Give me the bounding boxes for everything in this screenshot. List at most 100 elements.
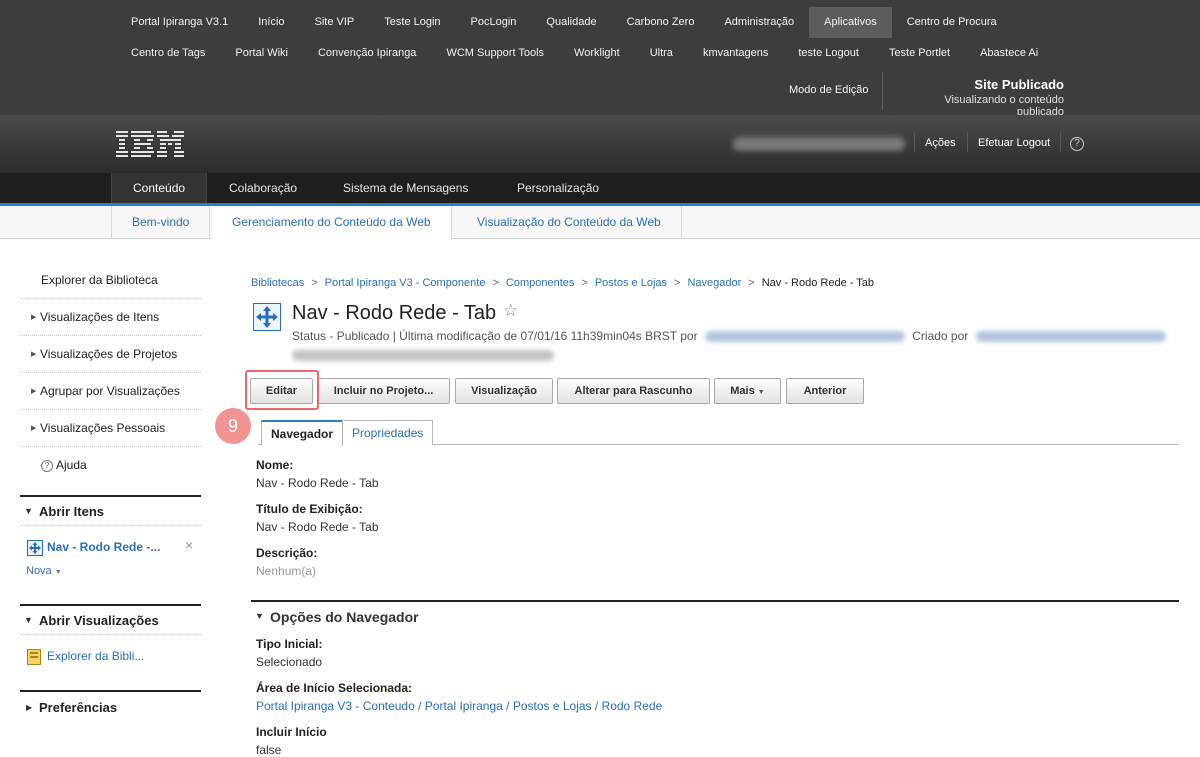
top-nav-row-1: Portal Ipiranga V3.1 Início Site VIP Tes… xyxy=(116,7,1012,38)
top-nav-link[interactable]: Abastece Ai xyxy=(965,38,1053,69)
open-item-link[interactable]: Nav - Rodo Rede -... xyxy=(47,540,160,554)
logout-link[interactable]: Efetuar Logout xyxy=(978,137,1050,149)
start-type-value: Selecionado xyxy=(256,655,323,669)
close-icon[interactable]: × xyxy=(185,537,193,553)
previous-button[interactable]: Anterior xyxy=(786,378,864,404)
top-nav-link-active[interactable]: Aplicativos xyxy=(809,7,892,38)
divider xyxy=(882,72,883,110)
top-nav-link[interactable]: teste Logout xyxy=(783,38,874,69)
page-title: Nav - Rodo Rede - Tab xyxy=(292,302,497,324)
actions-menu[interactable]: Ações xyxy=(925,137,956,149)
main-nav-colaboracao[interactable]: Colaboração xyxy=(208,173,318,203)
breadcrumb: Bibliotecas > Portal Ipiranga V3 - Compone… xyxy=(251,277,874,289)
main-nav-personalizacao[interactable]: Personalização xyxy=(496,173,620,203)
help-icon[interactable]: ? xyxy=(1070,137,1084,151)
user-name-blurred[interactable] xyxy=(733,137,905,151)
help-icon: ? xyxy=(41,459,53,472)
top-nav-link[interactable]: WCM Support Tools xyxy=(431,38,559,69)
triangle-down-icon: ▼ xyxy=(24,506,33,516)
chevron-right-icon: ▶ xyxy=(31,314,37,321)
top-nav-link[interactable]: Qualidade xyxy=(531,7,611,38)
breadcrumb-link[interactable]: Navegador xyxy=(687,277,741,289)
modified-by-blurred[interactable] xyxy=(704,331,905,343)
tab-propriedades[interactable]: Propriedades xyxy=(342,420,434,445)
description-value: Nenhum(a) xyxy=(256,564,317,578)
chevron-right-icon: ▶ xyxy=(31,388,37,395)
breadcrumb-link[interactable]: Postos e Lojas xyxy=(595,277,667,289)
main-nav-mensagens[interactable]: Sistema de Mensagens xyxy=(322,173,489,203)
breadcrumb-separator: > xyxy=(492,277,499,289)
sidebar-item-agrupar[interactable]: ▶ Agrupar por Visualizações xyxy=(20,373,201,410)
open-items-title: Abrir Itens xyxy=(39,504,105,519)
breadcrumb-link[interactable]: Portal Ipiranga V3 - Componente xyxy=(325,277,486,289)
name-label: Nome: xyxy=(256,458,294,472)
include-start-value: false xyxy=(256,743,282,757)
preferences-header[interactable]: ▶ Preferências xyxy=(20,693,201,723)
display-title-value: Nav - Rodo Rede - Tab xyxy=(256,520,379,534)
add-to-project-button[interactable]: Incluir no Projeto... xyxy=(317,378,450,404)
change-to-draft-button[interactable]: Alterar para Rascunho xyxy=(557,378,710,404)
top-nav-link[interactable]: Ultra xyxy=(635,38,688,69)
edit-mode-link[interactable]: Modo de Edição xyxy=(789,84,869,96)
more-label: Mais xyxy=(730,385,755,397)
top-nav-link[interactable]: Portal Ipiranga V3.1 xyxy=(116,7,243,38)
navigator-item-icon xyxy=(27,540,43,556)
new-label: Nova xyxy=(26,565,52,577)
new-dropdown[interactable]: Nova ▼ xyxy=(26,565,62,577)
preferences-title: Preferências xyxy=(39,700,118,715)
tab-bem-vindo[interactable]: Bem-vindo xyxy=(111,206,211,239)
open-views-header[interactable]: ▼ Abrir Visualizações xyxy=(20,604,201,634)
tab-visualizacao-conteudo[interactable]: Visualização do Conteúdo da Web xyxy=(457,206,682,239)
main-nav-conteudo[interactable]: Conteúdo xyxy=(111,173,208,203)
top-nav-link[interactable]: Teste Portlet xyxy=(874,38,965,69)
top-nav-link[interactable]: Convenção Ipiranga xyxy=(303,38,431,69)
sidebar-item-pessoais[interactable]: ▶ Visualizações Pessoais xyxy=(20,410,201,447)
navigator-type-icon xyxy=(253,303,281,331)
tab-gerenciamento[interactable]: Gerenciamento do Conteúdo da Web xyxy=(212,206,452,240)
star-icon[interactable]: ☆ xyxy=(503,301,518,321)
site-status-title: Site Publicado xyxy=(974,77,1064,92)
top-nav-link[interactable]: Site VIP xyxy=(300,7,370,38)
sidebar-help[interactable]: ? Ajuda xyxy=(20,447,201,484)
open-views-title: Abrir Visualizações xyxy=(39,613,159,628)
top-nav-link[interactable]: Portal Wiki xyxy=(220,38,303,69)
more-button[interactable]: Mais ▼ xyxy=(714,378,781,404)
top-nav-link[interactable]: Carbono Zero xyxy=(612,7,710,38)
chevron-right-icon: ▶ xyxy=(31,351,37,358)
step-badge: 9 xyxy=(215,408,251,444)
item-status-continued xyxy=(292,347,554,365)
breadcrumb-separator: > xyxy=(674,277,681,289)
top-nav-link[interactable]: Início xyxy=(243,7,299,38)
top-nav-link[interactable]: Centro de Tags xyxy=(116,38,220,69)
name-value: Nav - Rodo Rede - Tab xyxy=(256,476,379,490)
sidebar-item-itens[interactable]: ▶ Visualizações de Itens xyxy=(20,299,201,336)
top-nav-link[interactable]: Centro de Procura xyxy=(892,7,1012,38)
top-nav-link[interactable]: Administração xyxy=(709,7,809,38)
top-nav-link[interactable]: kmvantagens xyxy=(688,38,783,69)
breadcrumb-link[interactable]: Bibliotecas xyxy=(251,277,304,289)
sidebar-item-projetos[interactable]: ▶ Visualizações de Projetos xyxy=(20,336,201,373)
chevron-down-icon: ▼ xyxy=(757,389,765,396)
divider xyxy=(914,132,915,152)
triangle-down-icon: ▼ xyxy=(24,615,33,625)
top-nav-link[interactable]: Worklight xyxy=(559,38,635,69)
top-portal-bar: Portal Ipiranga V3.1 Início Site VIP Tes… xyxy=(0,0,1200,118)
selected-area-link[interactable]: Portal Ipiranga V3 - Conteudo / Portal I… xyxy=(256,699,662,713)
open-view-link[interactable]: Explorer da Bibli... xyxy=(47,649,144,663)
triangle-down-icon: ▼ xyxy=(255,611,264,621)
email-blurred xyxy=(292,350,554,362)
navigator-options-header[interactable]: ▼ Opções do Navegador xyxy=(251,600,1179,630)
ibm-banner: Ações Efetuar Logout ? xyxy=(0,115,1200,173)
item-status: Status - Publicado | Última modificação … xyxy=(292,329,1166,343)
created-by-blurred[interactable] xyxy=(975,331,1166,343)
top-nav-link[interactable]: Teste Login xyxy=(369,7,455,38)
top-nav-link[interactable]: PocLogin xyxy=(456,7,532,38)
tab-navegador[interactable]: Navegador xyxy=(261,420,344,446)
sidebar-title[interactable]: Explorer da Biblioteca xyxy=(20,262,201,299)
breadcrumb-separator: > xyxy=(748,277,755,289)
divider xyxy=(20,690,201,692)
sidebar-item-label: Visualizações de Projetos xyxy=(40,347,178,361)
open-items-header[interactable]: ▼ Abrir Itens xyxy=(20,495,201,525)
breadcrumb-link[interactable]: Componentes xyxy=(506,277,575,289)
preview-button[interactable]: Visualização xyxy=(455,378,553,404)
